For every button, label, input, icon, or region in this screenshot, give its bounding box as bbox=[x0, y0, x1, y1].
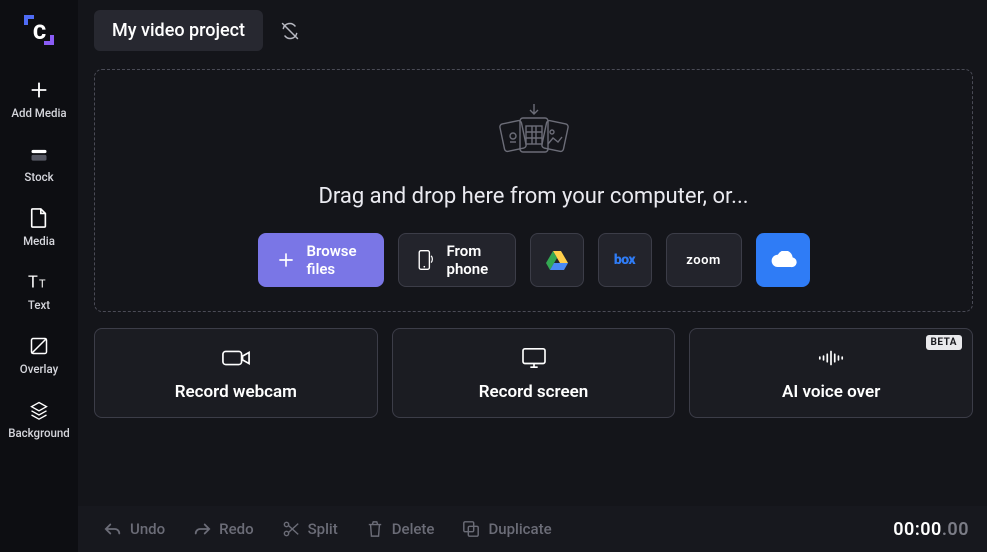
clipchamp-logo-icon: C bbox=[20, 11, 58, 49]
sidebar-item-stock[interactable]: Stock bbox=[0, 132, 78, 196]
trash-icon bbox=[366, 520, 384, 538]
duplicate-icon bbox=[462, 520, 480, 538]
main-panel: My video project bbox=[78, 0, 987, 552]
project-title[interactable]: My video project bbox=[94, 10, 263, 51]
screen-icon bbox=[520, 344, 548, 372]
timecode-fraction: .00 bbox=[942, 519, 969, 540]
undo-button[interactable]: Undo bbox=[94, 514, 175, 544]
svg-text:T: T bbox=[28, 274, 38, 293]
import-buttons-row: Browse files From phone box bbox=[258, 233, 810, 287]
duplicate-label: Duplicate bbox=[488, 520, 551, 538]
sidebar-item-label: Background bbox=[8, 426, 70, 440]
onedrive-button[interactable] bbox=[756, 233, 810, 287]
text-icon: TT bbox=[27, 270, 51, 294]
cloud-icon bbox=[769, 251, 797, 269]
beta-badge: BETA bbox=[926, 335, 963, 350]
title-bar: My video project bbox=[94, 10, 973, 51]
sidebar-item-overlay[interactable]: Overlay bbox=[0, 324, 78, 388]
ai-voiceover-label: AI voice over bbox=[782, 382, 880, 402]
app-root: C Add Media Stock Media TT Text bbox=[0, 0, 987, 552]
scissors-icon bbox=[282, 520, 300, 538]
media-dropzone[interactable]: Drag and drop here from your computer, o… bbox=[94, 69, 973, 312]
dropzone-illustration-icon bbox=[486, 102, 582, 168]
phone-icon bbox=[415, 249, 437, 271]
redo-icon bbox=[193, 520, 211, 538]
webcam-icon bbox=[222, 344, 250, 372]
split-label: Split bbox=[308, 520, 338, 538]
zoom-button[interactable]: zoom bbox=[666, 233, 742, 287]
browse-files-label: Browse files bbox=[307, 242, 367, 278]
plus-circle-icon bbox=[275, 249, 297, 271]
timecode-display: 00:00.00 bbox=[893, 519, 969, 540]
sidebar-item-label: Add Media bbox=[11, 106, 66, 120]
sidebar-item-label: Overlay bbox=[20, 362, 58, 376]
dropzone-prompt: Drag and drop here from your computer, o… bbox=[318, 184, 748, 209]
zoom-logo-icon: zoom bbox=[686, 253, 720, 268]
box-logo-icon: box bbox=[614, 252, 635, 268]
record-webcam-card[interactable]: Record webcam bbox=[94, 328, 378, 418]
box-button[interactable]: box bbox=[598, 233, 652, 287]
google-drive-icon bbox=[545, 249, 569, 271]
browse-files-button[interactable]: Browse files bbox=[258, 233, 384, 287]
sync-button[interactable] bbox=[275, 16, 305, 46]
undo-label: Undo bbox=[130, 520, 165, 538]
sidebar-item-text[interactable]: TT Text bbox=[0, 260, 78, 324]
sidebar-item-label: Stock bbox=[24, 170, 53, 184]
delete-button[interactable]: Delete bbox=[356, 514, 445, 544]
timeline-toolbar: Undo Redo Split Delete Duplicate 00:00.0… bbox=[78, 506, 987, 552]
sidebar-item-add-media[interactable]: Add Media bbox=[0, 68, 78, 132]
sync-off-icon bbox=[280, 21, 300, 41]
plus-icon bbox=[27, 78, 51, 102]
google-drive-button[interactable] bbox=[530, 233, 584, 287]
sidebar-item-label: Text bbox=[28, 298, 50, 312]
record-row: Record webcam Record screen BETA AI voic… bbox=[94, 328, 973, 418]
record-screen-card[interactable]: Record screen bbox=[392, 328, 676, 418]
duplicate-button[interactable]: Duplicate bbox=[452, 514, 561, 544]
sidebar-item-background[interactable]: Background bbox=[0, 388, 78, 452]
record-webcam-label: Record webcam bbox=[175, 382, 297, 402]
sidebar-item-media[interactable]: Media bbox=[0, 196, 78, 260]
voice-icon bbox=[817, 344, 845, 372]
record-screen-label: Record screen bbox=[479, 382, 589, 402]
sidebar: C Add Media Stock Media TT Text bbox=[0, 0, 78, 552]
svg-text:C: C bbox=[33, 20, 46, 44]
from-phone-button[interactable]: From phone bbox=[398, 233, 516, 287]
redo-button[interactable]: Redo bbox=[183, 514, 263, 544]
undo-icon bbox=[104, 520, 122, 538]
from-phone-label: From phone bbox=[447, 242, 499, 278]
timecode-main: 00:00 bbox=[893, 519, 942, 540]
app-logo[interactable]: C bbox=[19, 10, 59, 50]
redo-label: Redo bbox=[219, 520, 253, 538]
stock-icon bbox=[27, 142, 51, 166]
split-button[interactable]: Split bbox=[272, 514, 348, 544]
delete-label: Delete bbox=[392, 520, 435, 538]
ai-voiceover-card[interactable]: BETA AI voice over bbox=[689, 328, 973, 418]
overlay-icon bbox=[27, 334, 51, 358]
file-icon bbox=[27, 206, 51, 230]
sidebar-item-label: Media bbox=[23, 234, 55, 248]
layers-icon bbox=[27, 398, 51, 422]
svg-text:T: T bbox=[39, 278, 46, 291]
